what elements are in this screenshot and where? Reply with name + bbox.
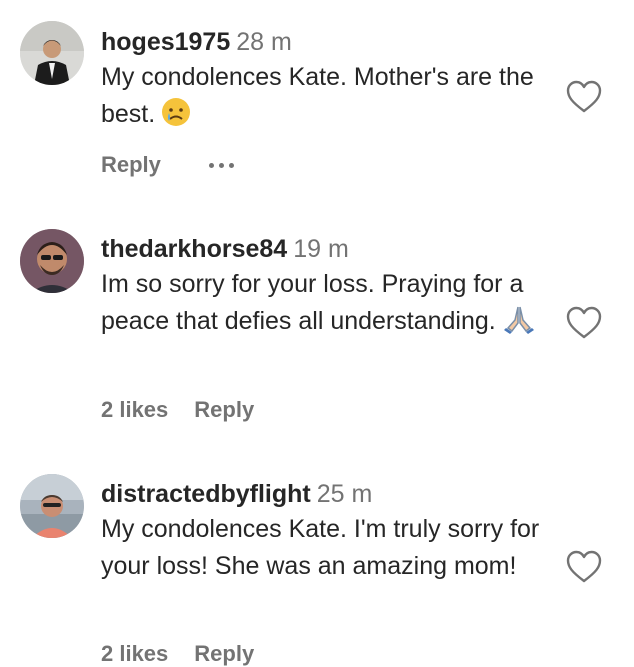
comment-text: Im so sorry for your loss. Praying for a… — [101, 266, 556, 345]
reply-button[interactable]: Reply — [194, 641, 254, 667]
username[interactable]: thedarkhorse84 — [101, 235, 287, 263]
comment-actions: Reply — [101, 152, 234, 178]
comment-text: My condolences Kate. I'm truly sorry for… — [101, 511, 556, 585]
comment-header: hoges1975 28 m — [101, 27, 556, 57]
folded-hands-icon — [502, 304, 536, 345]
username[interactable]: hoges1975 — [101, 28, 230, 56]
timestamp[interactable]: 25 m — [317, 480, 373, 508]
comment-header: thedarkhorse84 19 m — [101, 234, 556, 264]
username[interactable]: distractedbyflight — [101, 480, 311, 508]
comment-actions: 2 likes Reply — [101, 397, 254, 423]
likes-count[interactable]: 2 likes — [101, 641, 168, 667]
heart-icon[interactable] — [566, 550, 602, 584]
avatar[interactable] — [20, 21, 84, 85]
timestamp[interactable]: 19 m — [293, 235, 349, 263]
reply-button[interactable]: Reply — [194, 397, 254, 423]
comment-text-content: Im so sorry for your loss. Praying for a… — [101, 270, 524, 335]
comment-text: My condolences Kate. Mother's are the be… — [101, 59, 556, 138]
timestamp[interactable]: 28 m — [236, 28, 292, 56]
more-options-icon[interactable] — [208, 162, 234, 168]
avatar[interactable] — [20, 474, 84, 538]
comment-text-content: My condolences Kate. I'm truly sorry for… — [101, 515, 540, 580]
heart-icon[interactable] — [566, 306, 602, 340]
heart-icon[interactable] — [566, 80, 602, 114]
crying-face-icon — [161, 97, 191, 138]
reply-button[interactable]: Reply — [101, 152, 161, 178]
comment-actions: 2 likes Reply — [101, 641, 254, 667]
avatar[interactable] — [20, 229, 84, 293]
likes-count[interactable]: 2 likes — [101, 397, 168, 423]
comment-header: distractedbyflight 25 m — [101, 479, 556, 509]
